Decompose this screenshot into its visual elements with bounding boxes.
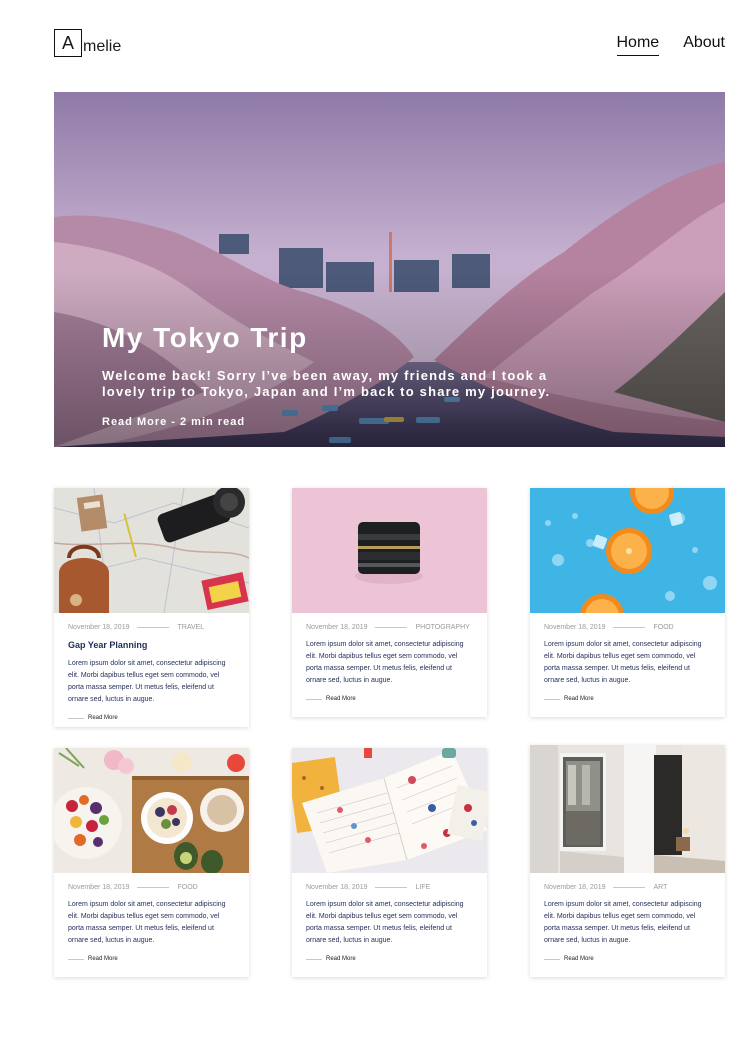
hero-read-more-link[interactable]: Read More - 2 min read (102, 416, 562, 428)
meta-divider (375, 887, 408, 888)
hero-banner[interactable]: My Tokyo Trip Welcome back! Sorry I’ve b… (54, 92, 725, 447)
post-excerpt: Lorem ipsum dolor sit amet, consectetur … (306, 901, 464, 944)
post-category[interactable]: FOOD (653, 624, 673, 631)
meta-divider (375, 627, 408, 628)
read-more-link[interactable]: Read More (306, 696, 473, 702)
read-more-line (68, 958, 84, 960)
meta-divider (613, 887, 646, 888)
read-more-line (544, 698, 560, 700)
read-more-label: Read More (88, 715, 118, 721)
post-image-gallery-interior (530, 745, 725, 873)
post-category[interactable]: TRAVEL (177, 624, 204, 631)
post-image-open-journal (292, 748, 487, 873)
post-title[interactable]: Gap Year Planning (68, 640, 235, 650)
read-more-label: Read More (564, 956, 594, 962)
post-meta: November 18, 2019 LIFE (306, 884, 473, 891)
post-meta: November 18, 2019 FOOD (544, 624, 711, 631)
post-date: November 18, 2019 (306, 884, 368, 891)
post-meta: November 18, 2019 PHOTOGRAPHY (306, 624, 473, 631)
post-card[interactable]: November 18, 2019 TRAVEL Gap Year Planni… (54, 488, 249, 727)
read-more-label: Read More (326, 696, 356, 702)
post-date: November 18, 2019 (306, 624, 368, 631)
site-logo[interactable]: A melie (54, 29, 121, 57)
post-meta: November 18, 2019 ART (544, 884, 711, 891)
read-more-line (306, 958, 322, 960)
post-image-map-camera-flatlay (54, 488, 249, 613)
logo-initial-box: A (54, 29, 82, 57)
post-excerpt: Lorem ipsum dolor sit amet, consectetur … (544, 641, 702, 684)
read-more-link[interactable]: Read More (544, 696, 711, 702)
post-date: November 18, 2019 (544, 884, 606, 891)
post-image-breakfast-table (54, 748, 249, 873)
read-more-label: Read More (88, 956, 118, 962)
hero-text: Welcome back! Sorry I’ve been away, my f… (102, 368, 551, 399)
post-card[interactable]: November 18, 2019 PHOTOGRAPHY Lorem ipsu… (292, 488, 487, 717)
read-more-link[interactable]: Read More (68, 956, 235, 962)
post-card-body: November 18, 2019 FOOD Lorem ipsum dolor… (530, 613, 725, 702)
post-date: November 18, 2019 (68, 624, 130, 631)
post-excerpt: Lorem ipsum dolor sit amet, consectetur … (68, 660, 226, 703)
post-image-camera-lens-on-pink (292, 488, 487, 613)
nav-link-home[interactable]: Home (616, 34, 660, 56)
meta-divider (137, 887, 170, 888)
read-more-label: Read More (564, 696, 594, 702)
logo-text: melie (83, 38, 122, 55)
meta-divider (137, 627, 170, 628)
post-card[interactable]: November 18, 2019 FOOD Lorem ipsum dolor… (530, 488, 725, 717)
read-more-line (544, 958, 560, 960)
post-excerpt: Lorem ipsum dolor sit amet, consectetur … (544, 901, 702, 944)
post-category[interactable]: PHOTOGRAPHY (415, 624, 469, 631)
read-more-link[interactable]: Read More (306, 956, 473, 962)
site-header: A melie Home About (0, 0, 756, 80)
post-card-body: November 18, 2019 TRAVEL Gap Year Planni… (54, 613, 249, 721)
read-more-line (306, 698, 322, 700)
post-meta: November 18, 2019 FOOD (68, 884, 235, 891)
hero-content: My Tokyo Trip Welcome back! Sorry I’ve b… (102, 322, 562, 428)
main-nav: Home About (616, 34, 725, 56)
post-card[interactable]: November 18, 2019 LIFE Lorem ipsum dolor… (292, 748, 487, 977)
hero-title: My Tokyo Trip (102, 322, 308, 353)
post-category[interactable]: FOOD (177, 884, 197, 891)
post-card-body: November 18, 2019 ART Lorem ipsum dolor … (530, 873, 725, 962)
post-image-oranges-on-blue (530, 488, 725, 613)
read-more-link[interactable]: Read More (68, 715, 235, 721)
post-meta: November 18, 2019 TRAVEL (68, 624, 235, 631)
nav-link-about[interactable]: About (683, 34, 725, 56)
read-more-link[interactable]: Read More (544, 956, 711, 962)
meta-divider (613, 627, 646, 628)
post-category[interactable]: ART (653, 884, 667, 891)
post-date: November 18, 2019 (544, 624, 606, 631)
read-more-line (68, 717, 84, 719)
read-more-label: Read More (326, 956, 356, 962)
post-card[interactable]: November 18, 2019 FOOD Lorem ipsum dolor… (54, 748, 249, 977)
post-excerpt: Lorem ipsum dolor sit amet, consectetur … (306, 641, 464, 684)
post-category[interactable]: LIFE (415, 884, 430, 891)
post-card-body: November 18, 2019 LIFE Lorem ipsum dolor… (292, 873, 487, 962)
post-card-body: November 18, 2019 FOOD Lorem ipsum dolor… (54, 873, 249, 962)
post-excerpt: Lorem ipsum dolor sit amet, consectetur … (68, 901, 226, 944)
post-card[interactable]: November 18, 2019 ART Lorem ipsum dolor … (530, 745, 725, 977)
post-date: November 18, 2019 (68, 884, 130, 891)
post-card-body: November 18, 2019 PHOTOGRAPHY Lorem ipsu… (292, 613, 487, 702)
